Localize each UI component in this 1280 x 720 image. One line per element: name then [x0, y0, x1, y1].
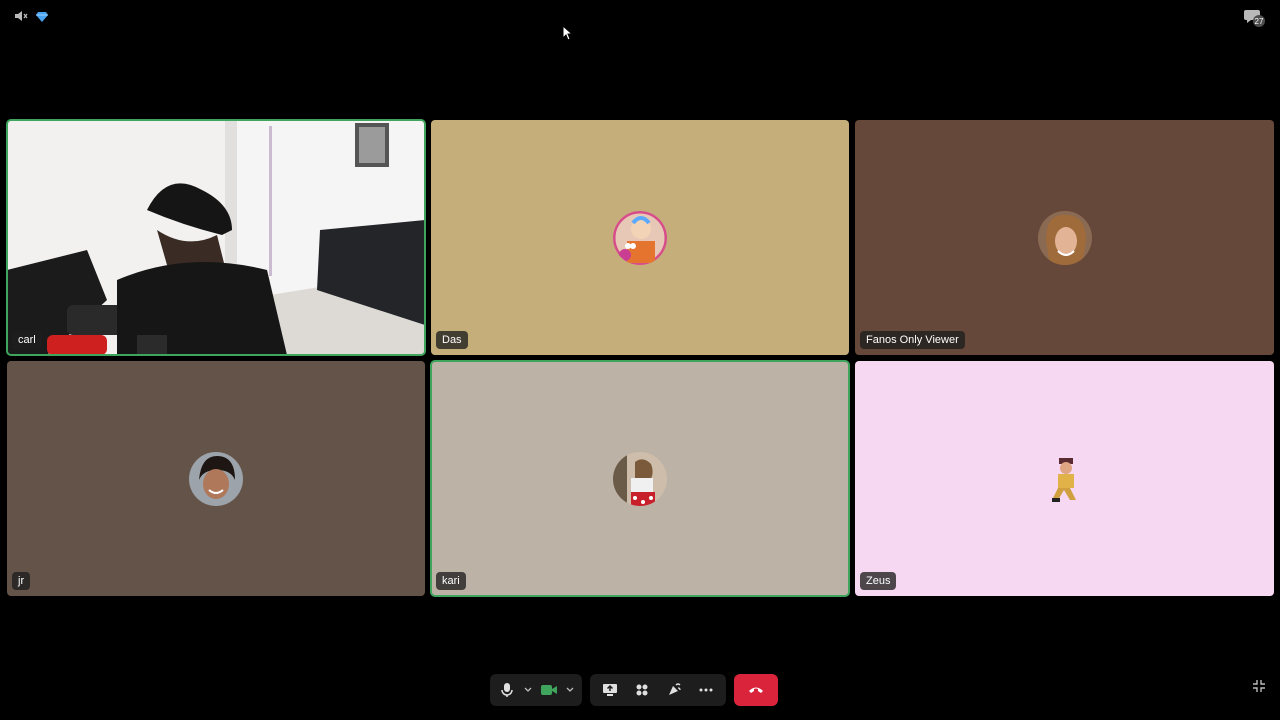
speaker-muted-icon[interactable]: [14, 9, 28, 23]
call-controls: [490, 674, 778, 706]
screen-share-icon: [603, 684, 617, 696]
avatar: [613, 451, 667, 506]
avatar: [1037, 210, 1092, 265]
participant-name: jr: [12, 572, 31, 590]
participant-name: Zeus: [860, 572, 897, 590]
chevron-down-icon: [566, 687, 574, 692]
chat-button[interactable]: 27: [1244, 8, 1266, 33]
activity-controls-group: [590, 674, 726, 706]
participant-tile-fanos-only-viewer[interactable]: Fanos Only Viewer: [855, 120, 1274, 355]
camera-button[interactable]: [538, 676, 561, 704]
participant-name: Das: [436, 331, 468, 349]
diamond-icon[interactable]: [36, 11, 48, 22]
microphone-button[interactable]: [496, 676, 519, 704]
top-status-icons: [14, 9, 48, 23]
microphone-icon: [501, 683, 514, 697]
participant-name: carl: [12, 331, 42, 349]
mouse-cursor-icon: [562, 25, 574, 41]
participant-name: Fanos Only Viewer: [860, 331, 965, 349]
disconnect-button[interactable]: [734, 674, 778, 706]
camera-feed: [7, 120, 425, 355]
camera-options-caret[interactable]: [565, 676, 576, 704]
microphone-options-caret[interactable]: [523, 676, 534, 704]
soundboard-icon: [669, 683, 681, 695]
participant-tile-kari[interactable]: kari: [430, 360, 850, 597]
participant-tile-zeus[interactable]: Zeus: [855, 361, 1274, 596]
participant-tile-jr[interactable]: jr: [7, 361, 425, 596]
more-options-button[interactable]: [692, 676, 720, 704]
media-controls-group: [490, 674, 582, 706]
avatar: [189, 451, 243, 506]
soundboard-button[interactable]: [660, 676, 688, 704]
chevron-down-icon: [524, 687, 532, 692]
activities-button[interactable]: [628, 676, 656, 704]
hang-up-icon: [749, 687, 763, 693]
avatar: [613, 210, 667, 265]
exit-fullscreen-icon: [1253, 680, 1265, 692]
exit-fullscreen-button[interactable]: [1252, 679, 1266, 698]
more-icon: [699, 688, 713, 692]
screen-share-button[interactable]: [596, 676, 624, 704]
chat-bubble-icon: 27: [1244, 10, 1265, 27]
video-camera-icon: [541, 685, 558, 695]
participant-tile-das[interactable]: Das: [431, 120, 849, 355]
participant-tile-carl[interactable]: carl: [6, 119, 426, 356]
avatar: [1037, 451, 1092, 506]
participant-name: kari: [436, 572, 466, 590]
activities-icon: [636, 684, 648, 696]
chat-badge: 27: [1255, 17, 1264, 26]
